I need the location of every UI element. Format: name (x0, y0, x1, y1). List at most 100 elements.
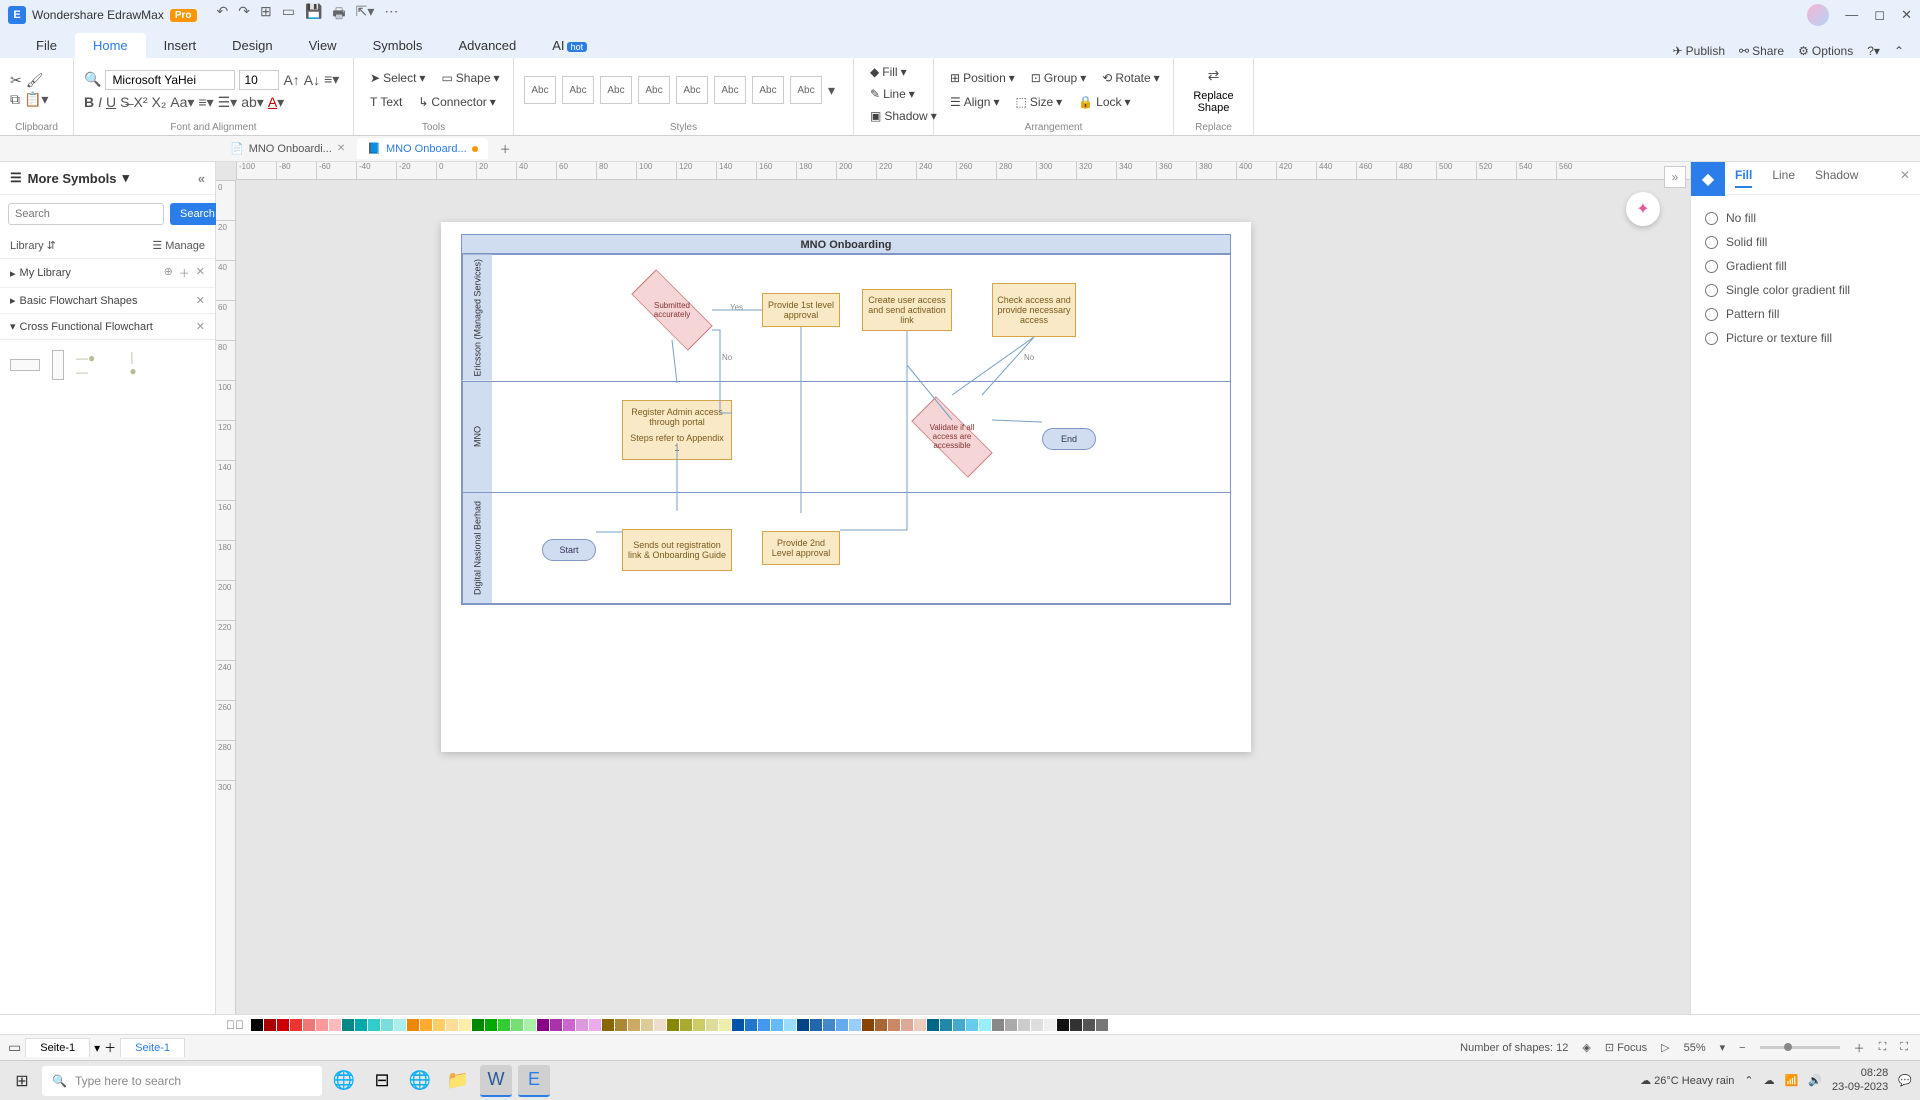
color-swatch[interactable] (498, 1019, 510, 1031)
color-swatch[interactable] (277, 1019, 289, 1031)
color-swatch[interactable] (394, 1019, 406, 1031)
new-icon[interactable]: ⊞ (260, 3, 272, 27)
color-swatch[interactable] (667, 1019, 679, 1031)
color-swatch[interactable] (680, 1019, 692, 1031)
share-button[interactable]: ⚯ Share (1739, 44, 1784, 58)
edge-icon[interactable]: 🌐 (404, 1065, 436, 1097)
fill-option-none[interactable]: No fill (1705, 206, 1906, 230)
color-swatch[interactable] (888, 1019, 900, 1031)
color-swatch[interactable] (979, 1019, 991, 1031)
color-swatch[interactable] (823, 1019, 835, 1031)
shrink-font-icon[interactable]: A↓ (304, 72, 320, 88)
expand-right-panel-icon[interactable]: » (1664, 166, 1686, 188)
color-swatch[interactable] (1044, 1019, 1056, 1031)
highlight-icon[interactable]: ab▾ (241, 94, 264, 111)
style-preset-5[interactable]: Abc (676, 76, 708, 104)
task-view-icon[interactable]: ⊟ (366, 1065, 398, 1097)
align-button[interactable]: ☰ Align▾ (944, 92, 1005, 112)
tab-file[interactable]: File (18, 33, 75, 58)
color-swatch[interactable] (732, 1019, 744, 1031)
layers-icon[interactable]: ◈ (1582, 1041, 1590, 1054)
color-swatch[interactable] (290, 1019, 302, 1031)
node-l2-approval[interactable]: Provide 2nd Level approval (762, 531, 840, 565)
expand-icon[interactable]: ▸ (10, 294, 16, 307)
color-swatch[interactable] (511, 1019, 523, 1031)
tab-insert[interactable]: Insert (146, 33, 215, 58)
style-preset-4[interactable]: Abc (638, 76, 670, 104)
lane-label-1[interactable]: Ericsson (Managed Services) (462, 255, 492, 381)
font-family-select[interactable] (105, 70, 235, 90)
case-icon[interactable]: Aa▾ (170, 94, 194, 111)
color-swatch[interactable] (446, 1019, 458, 1031)
wifi-icon[interactable]: 📶 (1785, 1074, 1799, 1087)
new-doc-tab[interactable]: ＋ (490, 137, 521, 161)
tab-design[interactable]: Design (214, 33, 290, 58)
color-swatch[interactable] (576, 1019, 588, 1031)
size-button[interactable]: ⬚ Size▾ (1009, 92, 1068, 112)
bullets-icon[interactable]: ☰▾ (218, 94, 238, 111)
export-icon[interactable]: ⇱▾ (356, 3, 375, 27)
node-submitted[interactable]: Submitted accurately (632, 285, 712, 335)
color-swatch[interactable] (901, 1019, 913, 1031)
styles-more-icon[interactable]: ▾ (828, 82, 835, 99)
lane-label-3[interactable]: Digital Nasional Berhad (462, 493, 492, 603)
color-swatch[interactable] (537, 1019, 549, 1031)
style-preset-7[interactable]: Abc (752, 76, 784, 104)
bold-icon[interactable]: B (84, 94, 94, 110)
fill-button[interactable]: ◆ Fill▾ (864, 62, 943, 82)
fill-option-pattern[interactable]: Pattern fill (1705, 302, 1906, 326)
format-shape-icon[interactable]: ◆ (1691, 162, 1725, 196)
print-icon[interactable]: 🖶 (332, 3, 345, 27)
superscript-icon[interactable]: X² (133, 94, 147, 110)
shape-swimlane-h[interactable] (10, 359, 40, 371)
line-spacing-icon[interactable]: ≡▾ (198, 94, 213, 111)
color-swatch[interactable] (758, 1019, 770, 1031)
fill-option-solid[interactable]: Solid fill (1705, 230, 1906, 254)
color-swatch[interactable] (862, 1019, 874, 1031)
collapse-ribbon-icon[interactable]: ⌃ (1894, 44, 1904, 58)
panel-menu-icon[interactable]: ☰ (10, 170, 22, 186)
color-swatch[interactable] (771, 1019, 783, 1031)
format-painter-icon[interactable]: 🖌 (26, 72, 44, 89)
color-swatch[interactable] (342, 1019, 354, 1031)
color-swatch[interactable] (810, 1019, 822, 1031)
select-tool[interactable]: ➤ Select▾ (364, 68, 431, 88)
color-swatch[interactable] (316, 1019, 328, 1031)
fit-page-icon[interactable]: ⛶ (1879, 1041, 1887, 1054)
doc-tab-1[interactable]: 📄 MNO Onboardi... ✕ (220, 138, 355, 159)
weather-widget[interactable]: ☁ 26°C Heavy rain (1640, 1074, 1734, 1087)
style-preset-8[interactable]: Abc (790, 76, 822, 104)
tab-advanced[interactable]: Advanced (440, 33, 534, 58)
color-swatch[interactable] (641, 1019, 653, 1031)
color-swatch[interactable] (433, 1019, 445, 1031)
cortana-icon[interactable]: 🌐 (328, 1065, 360, 1097)
color-swatch[interactable] (914, 1019, 926, 1031)
style-preset-2[interactable]: Abc (562, 76, 594, 104)
section-close-icon[interactable]: ✕ (196, 294, 205, 307)
save-icon[interactable]: 💾 (305, 3, 322, 27)
color-swatch[interactable] (264, 1019, 276, 1031)
minimize-icon[interactable]: — (1845, 7, 1858, 23)
user-avatar[interactable] (1807, 4, 1829, 26)
qat-more-icon[interactable]: ⋯ (384, 3, 398, 27)
node-start[interactable]: Start (542, 539, 596, 561)
page-dropdown-icon[interactable]: ▾ (94, 1041, 100, 1055)
align-menu-icon[interactable]: ≡▾ (324, 71, 339, 88)
shape-swimlane-v[interactable] (52, 350, 64, 380)
ai-assistant-icon[interactable]: ✦ (1626, 192, 1660, 226)
tray-chevron-icon[interactable]: ⌃ (1744, 1074, 1753, 1087)
rotate-button[interactable]: ⟲ Rotate▾ (1096, 68, 1165, 88)
shadow-tab[interactable]: Shadow (1815, 168, 1858, 188)
page-tab-2[interactable]: Seite-1 (120, 1038, 185, 1057)
cut-icon[interactable]: ✂ (10, 72, 22, 89)
fill-option-single-gradient[interactable]: Single color gradient fill (1705, 278, 1906, 302)
replace-shape-button[interactable]: Replace Shape (1184, 90, 1243, 114)
help-icon[interactable]: ?▾ (1867, 44, 1880, 58)
color-swatch[interactable] (927, 1019, 939, 1031)
color-swatch[interactable] (524, 1019, 536, 1031)
grow-font-icon[interactable]: A↑ (283, 72, 299, 88)
swimlane-container[interactable]: Ericsson (Managed Services) Submitted ac… (461, 254, 1231, 605)
line-button[interactable]: ✎ Line▾ (864, 84, 943, 104)
close-icon[interactable]: ✕ (1901, 7, 1912, 23)
text-tool[interactable]: T Text (364, 92, 408, 112)
